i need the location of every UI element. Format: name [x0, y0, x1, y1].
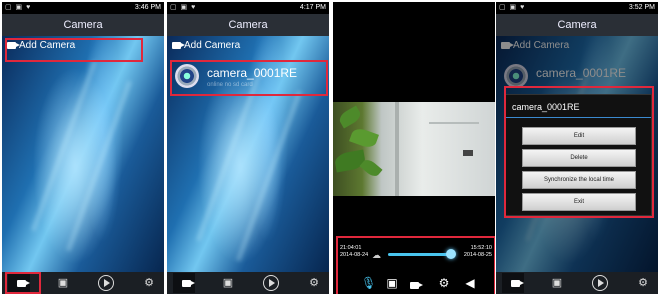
status-time: 3:46 PM: [134, 4, 161, 11]
add-camera-label: Add Camera: [184, 40, 241, 51]
end-date: 2014-08-25: [463, 252, 492, 258]
gear-icon[interactable]: ⚙: [437, 276, 451, 290]
photo-tab-button[interactable]: ▣: [56, 276, 70, 290]
camera-icon: ▣: [222, 277, 234, 289]
player-controls: 🎙 ▣ ⚙ ◀: [333, 272, 495, 294]
page-title: Camera: [167, 14, 329, 36]
camera-icon: ▣: [57, 277, 69, 289]
add-camera-button[interactable]: Add Camera: [7, 40, 75, 51]
seek-track[interactable]: [388, 253, 450, 256]
add-camera-label: Add Camera: [19, 40, 76, 51]
delete-button[interactable]: Delete: [522, 149, 636, 167]
add-camera-button[interactable]: Add Camera: [172, 40, 240, 51]
notification-icons: ▢ ▣ ♥: [5, 4, 32, 11]
seek-handle[interactable]: [446, 249, 456, 259]
camera-list-screen: ▢ ▣ ♥ 3:46 PM Camera Add Camera ▣ ⚙: [2, 2, 164, 294]
edit-button[interactable]: Edit: [522, 127, 636, 145]
sync-time-button[interactable]: Synchronize the local time: [522, 171, 636, 189]
video-tab-button[interactable]: [8, 273, 30, 293]
video-camera-icon: [7, 41, 20, 49]
microphone-icon[interactable]: 🎙: [361, 276, 376, 290]
start-time: 21:04:01: [340, 245, 362, 251]
camera-icon[interactable]: ▣: [385, 276, 399, 290]
camera-status: online no sd card: [207, 82, 253, 88]
camera-list-item[interactable]: camera_0001RE online no sd card: [175, 62, 325, 92]
speaker-icon[interactable]: ◀: [463, 276, 477, 290]
gear-icon: ⚙: [144, 277, 154, 289]
video-camera-icon: [181, 279, 195, 287]
video-camera-icon: [172, 41, 185, 49]
end-timestamp: 15:52:10 2014-08-25: [464, 245, 492, 259]
gear-icon: ⚙: [309, 277, 319, 289]
play-tab-button[interactable]: [98, 275, 114, 291]
playback-timeline: 21:04:01 2014-08-24 ☁ 15:52:10 2014-08-2…: [340, 242, 492, 266]
settings-tab-button[interactable]: ⚙: [636, 276, 650, 290]
status-bar: ▢ ▣ ♥ 3:52 PM: [496, 2, 658, 14]
bottom-nav: ▣ ⚙: [167, 272, 329, 294]
video-tab-button[interactable]: [502, 273, 524, 293]
end-time: 15:52:10: [470, 245, 492, 251]
video-player-screen: 21:04:01 2014-08-24 ☁ 15:52:10 2014-08-2…: [333, 2, 495, 294]
video-feed[interactable]: [333, 102, 495, 196]
play-tab-button[interactable]: [263, 275, 279, 291]
photo-tab-button[interactable]: ▣: [550, 276, 564, 290]
status-bar: ▢ ▣ ♥ 4:17 PM: [167, 2, 329, 14]
bottom-nav: ▣ ⚙: [2, 272, 164, 294]
cloud-icon[interactable]: ☁: [372, 250, 381, 261]
page-title: Camera: [2, 14, 164, 36]
exit-button[interactable]: Exit: [522, 193, 636, 211]
video-camera-icon: [16, 279, 30, 287]
camera-options-screen: ▢ ▣ ♥ 3:52 PM Camera Add Camera camera_0…: [496, 2, 658, 294]
start-date: 2014-08-24: [340, 252, 369, 258]
video-camera-icon[interactable]: [409, 276, 423, 290]
camera-lens-icon: [175, 64, 199, 88]
video-tab-button[interactable]: [173, 273, 195, 293]
wallpaper-background: Add Camera: [2, 36, 164, 272]
wallpaper-background: Add Camera camera_0001RE online no sd ca…: [167, 36, 329, 272]
page-title: Camera: [496, 14, 658, 36]
notification-icons: ▢ ▣ ♥: [170, 4, 197, 11]
video-camera-icon: [510, 279, 524, 287]
status-time: 4:17 PM: [299, 4, 326, 11]
camera-name: camera_0001RE: [207, 66, 298, 80]
play-tab-button[interactable]: [592, 275, 608, 291]
bottom-nav: ▣ ⚙: [496, 272, 658, 294]
settings-tab-button[interactable]: ⚙: [307, 276, 321, 290]
photo-tab-button[interactable]: ▣: [221, 276, 235, 290]
camera-icon: ▣: [551, 277, 563, 289]
dialog-title: camera_0001RE: [512, 102, 580, 112]
status-time: 3:52 PM: [628, 4, 655, 11]
gear-icon: ⚙: [638, 277, 648, 289]
status-bar: ▢ ▣ ♥ 3:46 PM: [2, 2, 164, 14]
settings-tab-button[interactable]: ⚙: [142, 276, 156, 290]
camera-options-dialog: camera_0001RE Edit Delete Synchronize th…: [504, 94, 652, 216]
start-timestamp: 21:04:01 2014-08-24: [340, 245, 368, 259]
notification-icons: ▢ ▣ ♥: [499, 4, 526, 11]
camera-added-screen: ▢ ▣ ♥ 4:17 PM Camera Add Camera camera_0…: [167, 2, 329, 294]
